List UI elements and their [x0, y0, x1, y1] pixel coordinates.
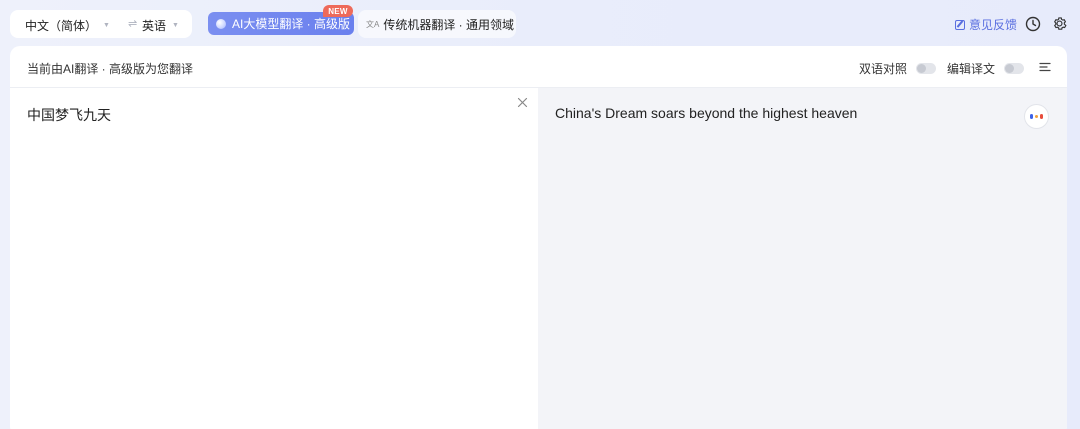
translation-status-text: 当前由AI翻译 · 高级版为您翻译: [27, 62, 194, 76]
bilingual-toggle-group: 双语对照: [859, 60, 937, 77]
bilingual-toggle[interactable]: [916, 63, 937, 74]
menu-icon[interactable]: [1039, 61, 1051, 73]
source-language-dropdown[interactable]: 中文（简体） ▼: [25, 17, 110, 34]
translation-panel: 当前由AI翻译 · 高级版为您翻译 双语对照 编辑译文 中国梦飞九天 China…: [10, 46, 1067, 429]
panel-header: 当前由AI翻译 · 高级版为您翻译 双语对照 编辑译文: [10, 46, 1067, 88]
new-badge: NEW: [323, 5, 353, 17]
tab-machine-translation-label: 传统机器翻译 · 通用领域: [383, 17, 515, 32]
translated-text: China's Dream soars beyond the highest h…: [555, 105, 858, 121]
gear-icon[interactable]: [1051, 15, 1068, 32]
edit-translation-label: 编辑译文: [947, 62, 996, 76]
chevron-down-icon: ▼: [103, 22, 110, 29]
edit-icon: [955, 19, 965, 30]
target-pane: China's Dream soars beyond the highest h…: [538, 88, 1067, 429]
language-selector: 中文（简体） ▼ ⇌ 英语 ▼: [10, 10, 192, 38]
speak-button[interactable]: [1024, 104, 1049, 129]
chevron-down-icon: ▼: [172, 22, 179, 29]
tab-machine-translation[interactable]: 文A 传统机器翻译 · 通用领域: [358, 10, 516, 38]
edit-toggle-group: 编辑译文: [947, 60, 1025, 77]
tab-ai-translation-label: AI大模型翻译 · 高级版: [232, 17, 351, 31]
target-language-dropdown[interactable]: 英语 ▼: [142, 17, 179, 34]
ai-sparkle-icon: [216, 18, 226, 29]
target-language-label: 英语: [142, 19, 167, 33]
translate-icon: 文A: [366, 19, 380, 29]
edit-translation-toggle[interactable]: [1004, 63, 1025, 74]
feedback-label: 意见反馈: [969, 18, 1018, 32]
history-icon[interactable]: [1025, 16, 1041, 32]
close-icon[interactable]: [517, 97, 528, 108]
bilingual-label: 双语对照: [859, 62, 908, 76]
source-pane[interactable]: 中国梦飞九天: [10, 88, 538, 429]
source-language-label: 中文（简体）: [25, 19, 98, 33]
swap-languages-icon[interactable]: ⇌: [128, 17, 137, 30]
audio-wave-icon: [1030, 114, 1043, 119]
source-text[interactable]: 中国梦飞九天: [27, 105, 111, 125]
feedback-link[interactable]: 意见反馈: [955, 16, 1017, 33]
